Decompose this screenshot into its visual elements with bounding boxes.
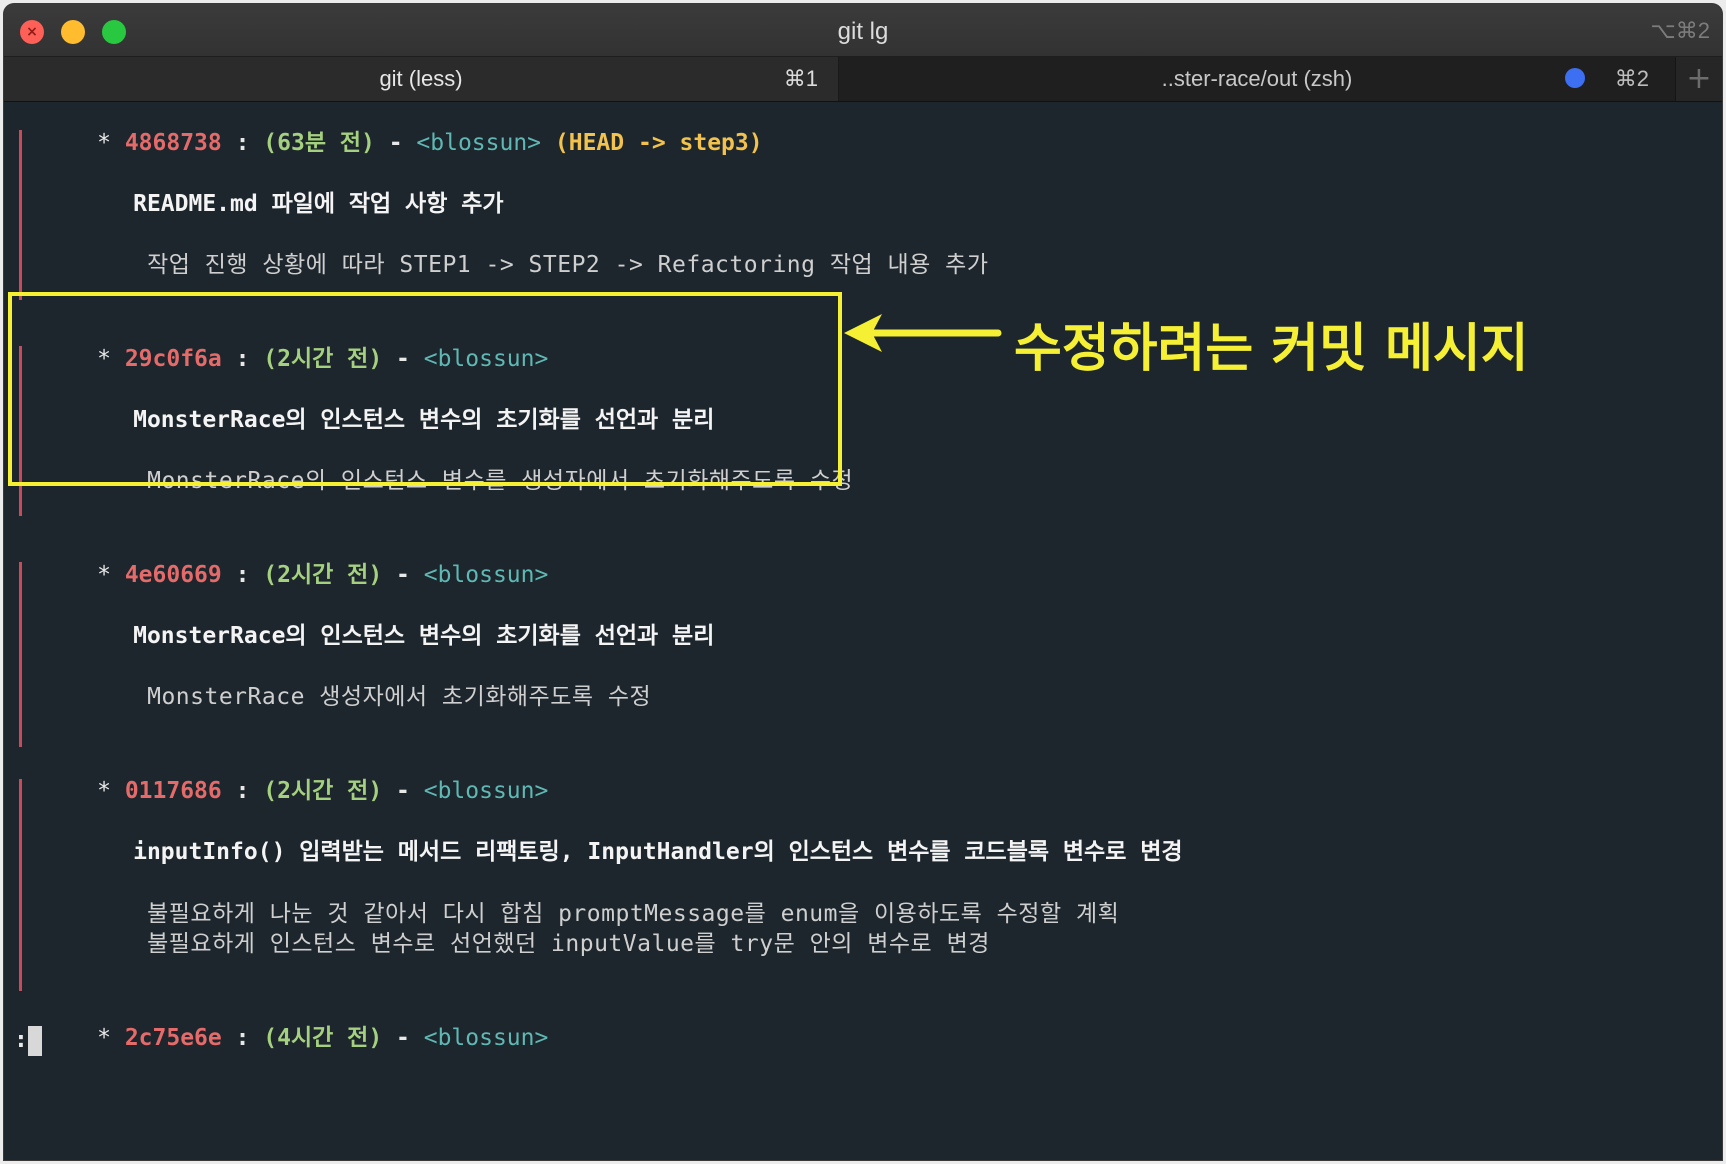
commit-refs: (HEAD -> step3) — [554, 130, 763, 156]
commit-author: <blossun> — [423, 778, 549, 804]
separator: : — [221, 778, 264, 804]
terminal-content[interactable]: * 4868738 : (63분 전) - <blossun> (HEAD ->… — [4, 102, 1722, 1160]
separator: : — [221, 562, 264, 588]
tab-zsh[interactable]: ..ster-race/out (zsh) ⌘2 — [839, 57, 1676, 101]
separator: - — [374, 130, 417, 156]
commit-body: 불필요하게 인스턴스 변수로 선언했던 inputValue를 try문 안의 … — [64, 899, 990, 957]
text-cursor — [27, 1025, 42, 1056]
graph-node: * — [97, 1025, 111, 1051]
tab-shortcut: ⌘2 — [1614, 66, 1649, 91]
commit-author: <blossun> — [423, 1025, 549, 1051]
prompt-symbol: : — [14, 1027, 28, 1053]
body-text: 작업 진행 상황에 따라 STEP1 -> STEP2 -> Refactori… — [147, 252, 989, 278]
commit-body: 작업 진행 상황에 따라 STEP1 -> STEP2 -> Refactori… — [64, 220, 989, 278]
tab-git-less[interactable]: git (less) ⌘1 — [4, 57, 839, 101]
commit-hash: 2c75e6e — [124, 1025, 222, 1051]
new-tab-button[interactable]: + — [1676, 57, 1722, 101]
title-bar[interactable]: × git lg ⌥⌘2 — [4, 4, 1722, 57]
commit-header: * 2c75e6e : (4시간 전) - <blossun> — [14, 993, 548, 1051]
commit-header: * 0117686 : (2시간 전) - <blossun> — [14, 746, 548, 804]
separator: - — [382, 562, 424, 588]
tab-label: ..ster-race/out (zsh) — [1161, 66, 1353, 91]
subject-text: inputInfo() 입력받는 메서드 리팩토링, InputHandler의… — [133, 839, 1183, 865]
subject-text: MonsterRace의 인스턴스 변수의 초기화를 선언과 분리 — [133, 623, 715, 649]
graph-node: * — [97, 562, 111, 588]
commit-author: <blossun> — [423, 562, 549, 588]
graph-node: * — [97, 778, 111, 804]
highlight-box — [8, 292, 842, 486]
activity-dot-icon — [1565, 68, 1585, 88]
graph-node: * — [97, 130, 111, 156]
commit-hash: 4868738 — [124, 130, 222, 156]
tab-shortcut: ⌘1 — [783, 66, 818, 91]
tab-bar: git (less) ⌘1 ..ster-race/out (zsh) ⌘2 — [4, 57, 1722, 102]
commit-author: <blossun> — [416, 130, 542, 156]
commit-header: * 4e60669 : (2시간 전) - <blossun> — [14, 530, 548, 588]
separator: : — [221, 130, 264, 156]
commit-body: 불필요하게 나눈 것 같아서 다시 합침 promptMessage를 enum… — [64, 869, 1119, 927]
commit-subject: README.md 파일에 작업 사항 추가 — [50, 159, 503, 217]
separator: - — [382, 778, 424, 804]
commit-time: (2시간 전) — [263, 778, 383, 804]
commit-subject: MonsterRace의 인스턴스 변수의 초기화를 선언과 분리 — [50, 591, 714, 649]
separator: - — [382, 1025, 424, 1051]
commit-subject: inputInfo() 입력받는 메서드 리팩토링, InputHandler의… — [50, 807, 1182, 865]
commit-time: (4시간 전) — [263, 1025, 383, 1051]
separator: : — [221, 1025, 264, 1051]
commit-body: MonsterRace 생성자에서 초기화해주도록 수정 — [64, 652, 651, 710]
body-text: 불필요하게 인스턴스 변수로 선언했던 inputValue를 try문 안의 … — [147, 931, 990, 957]
commit-time: (2시간 전) — [263, 562, 383, 588]
annotation-arrow-icon — [844, 314, 1002, 352]
body-text: MonsterRace 생성자에서 초기화해주도록 수정 — [147, 684, 652, 710]
window-shortcut: ⌥⌘2 — [1650, 18, 1710, 43]
terminal-window: × git lg ⌥⌘2 git (less) ⌘1 ..ster-race/o… — [4, 4, 1722, 1160]
commit-hash: 4e60669 — [124, 562, 222, 588]
pager-prompt[interactable]: : — [14, 1024, 42, 1056]
annotation-label: 수정하려는 커밋 메시지 — [1014, 319, 1529, 379]
commit-time: (63분 전) — [263, 130, 375, 156]
commit-header: * 4868738 : (63분 전) - <blossun> (HEAD ->… — [14, 98, 763, 156]
tab-label: git (less) — [379, 66, 463, 91]
window-title: git lg — [837, 18, 889, 45]
subject-text: README.md 파일에 작업 사항 추가 — [133, 191, 504, 217]
commit-hash: 0117686 — [124, 778, 222, 804]
